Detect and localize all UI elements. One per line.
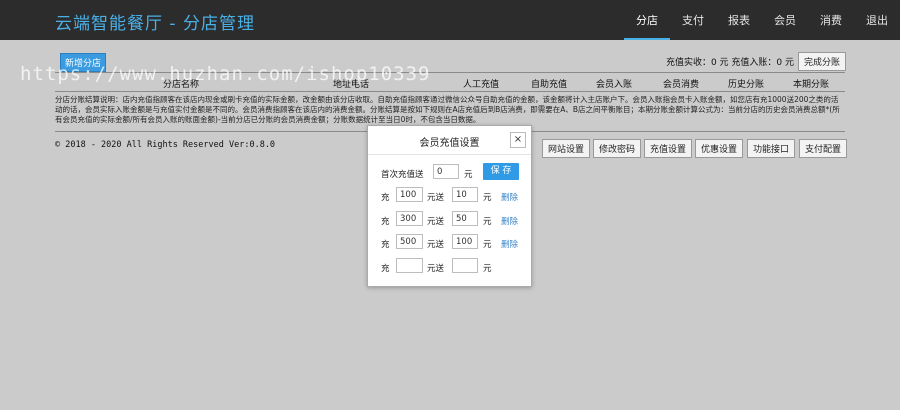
- nav-item-consumption[interactable]: 消费: [808, 0, 854, 40]
- delete-rule-link[interactable]: 删除: [501, 238, 518, 250]
- first-recharge-label: 首次充值送: [381, 170, 424, 180]
- column-manual-recharge: 人工充值: [463, 80, 500, 90]
- feature-api-button[interactable]: 功能接口: [747, 139, 796, 158]
- table-header-divider: [55, 91, 845, 92]
- column-member-consumption: 会员消费: [663, 80, 700, 90]
- nav-item-members[interactable]: 会员: [762, 0, 808, 40]
- unit-label: 元: [483, 264, 492, 274]
- recharge-rule-row: 充 300 元送 50 元 删除: [368, 211, 531, 228]
- column-self-recharge: 自助充值: [531, 80, 568, 90]
- column-history-split: 历史分账: [728, 80, 765, 90]
- bonus-amount-input[interactable]: 50: [452, 211, 478, 226]
- nav-item-payment[interactable]: 支付: [670, 0, 716, 40]
- dialog-title: 会员充值设置: [419, 138, 480, 149]
- charge-amount-input[interactable]: 500: [396, 234, 423, 249]
- give-label: 元送: [427, 217, 445, 227]
- charge-label: 充: [381, 193, 390, 203]
- site-settings-button[interactable]: 网站设置: [542, 139, 591, 158]
- charge-label: 充: [381, 264, 390, 274]
- discount-settings-button[interactable]: 优惠设置: [695, 139, 744, 158]
- recharge-rule-row-empty: 充 元送 元: [368, 258, 531, 275]
- nav-item-reports[interactable]: 报表: [716, 0, 762, 40]
- payment-config-button[interactable]: 支付配置: [799, 139, 848, 158]
- page-title: 云端智能餐厅 - 分店管理: [55, 14, 255, 34]
- bonus-amount-input[interactable]: [452, 258, 478, 273]
- delete-rule-link[interactable]: 删除: [501, 191, 518, 203]
- save-button[interactable]: 保 存: [483, 163, 519, 180]
- dialog-divider: [368, 154, 531, 155]
- split-description: 分店分账结算说明：店内充值指顾客在该店内现金或刷卡充值的实际金额，改金额由该分店…: [55, 95, 840, 124]
- nav-item-logout[interactable]: 退出: [854, 0, 900, 40]
- first-recharge-bonus-input[interactable]: 0: [433, 164, 459, 179]
- top-bar: 云端智能餐厅 - 分店管理 分店 支付 报表 会员 消费 退出: [0, 0, 900, 40]
- delete-rule-link[interactable]: 删除: [501, 215, 518, 227]
- nav-item-branch[interactable]: 分店: [624, 0, 670, 40]
- charge-amount-input[interactable]: 100: [396, 187, 423, 202]
- unit-label: 元: [483, 240, 492, 250]
- bonus-amount-input[interactable]: 10: [452, 187, 478, 202]
- bonus-amount-input[interactable]: 100: [452, 234, 478, 249]
- charge-label: 充: [381, 240, 390, 250]
- column-member-credit: 会员入账: [596, 80, 633, 90]
- give-label: 元送: [427, 193, 445, 203]
- finish-split-button[interactable]: 完成分账: [798, 52, 847, 71]
- charge-amount-input[interactable]: [396, 258, 423, 273]
- charge-amount-input[interactable]: 300: [396, 211, 423, 226]
- first-recharge-unit: 元: [464, 170, 473, 180]
- give-label: 元送: [427, 240, 445, 250]
- copyright-text: © 2018 - 2020 All Rights Reserved Ver:0.…: [55, 140, 276, 150]
- recharge-settings-button[interactable]: 充值设置: [644, 139, 693, 158]
- give-label: 元送: [427, 264, 445, 274]
- main-nav: 分店 支付 报表 会员 消费 退出: [624, 0, 900, 40]
- unit-label: 元: [483, 193, 492, 203]
- close-icon[interactable]: ×: [510, 132, 526, 148]
- change-password-button[interactable]: 修改密码: [593, 139, 642, 158]
- recharge-rule-row: 充 500 元送 100 元 删除: [368, 234, 531, 251]
- column-current-split: 本期分账: [793, 80, 830, 90]
- recharge-summary: 充值实收：0 元 充值入账：0 元: [665, 58, 794, 68]
- member-recharge-settings-dialog: 会员充值设置 × 首次充值送 0 元 保 存 充 100 元送 10 元 删除 …: [367, 125, 532, 287]
- charge-label: 充: [381, 217, 390, 227]
- watermark-text: https://www.huzhan.com/ishop10339: [20, 63, 431, 85]
- unit-label: 元: [483, 217, 492, 227]
- recharge-rule-row: 充 100 元送 10 元 删除: [368, 187, 531, 204]
